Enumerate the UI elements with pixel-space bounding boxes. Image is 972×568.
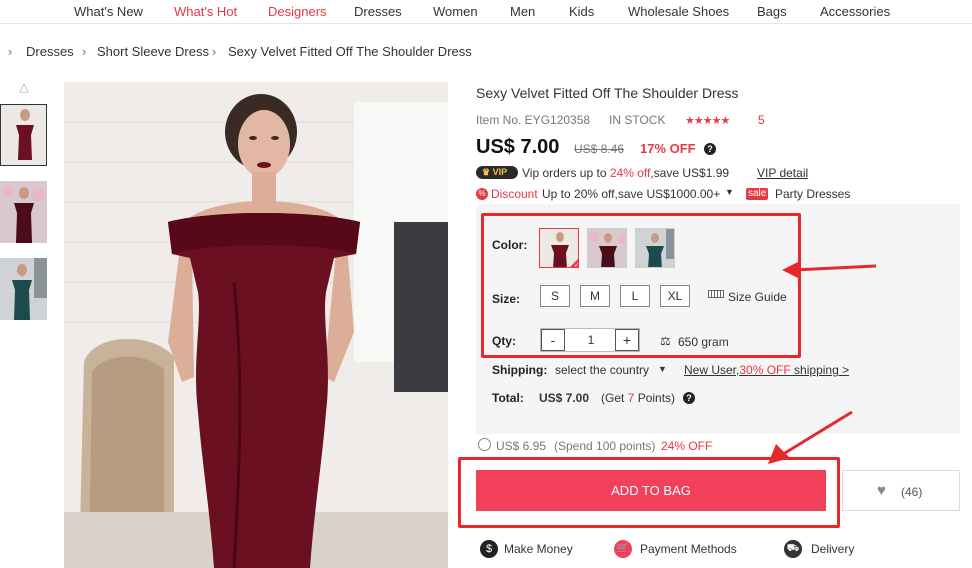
percent-icon: % [476, 188, 488, 200]
vip-text: Vip orders up to 24% off,save US$1.99 [522, 166, 730, 180]
rating-stars-icon[interactable]: ★★★★★ [685, 114, 730, 127]
help-icon[interactable]: ? [704, 143, 716, 155]
chevron-right-icon: › [8, 44, 13, 59]
nav-designers[interactable]: Designers [268, 4, 327, 19]
item-number: Item No. EYG120358 [476, 113, 591, 127]
discount-percent: 17% OFF [640, 141, 696, 156]
caret-down-icon[interactable]: ▼ [725, 187, 734, 197]
arrow-annotation-icon [768, 410, 853, 464]
stock-status: IN STOCK [609, 113, 666, 127]
discount-label[interactable]: Discount [491, 187, 538, 201]
arrow-annotation-icon [782, 261, 877, 278]
vip-detail-link[interactable]: VIP detail [757, 166, 808, 180]
breadcrumb-current: Sexy Velvet Fitted Off The Shoulder Dres… [228, 44, 472, 59]
product-main-image [64, 82, 448, 568]
nav-whats-new[interactable]: What's New [74, 4, 143, 19]
points-radio[interactable] [478, 438, 491, 451]
thumbnail-1[interactable] [0, 104, 47, 166]
price: US$ 7.00 [476, 136, 560, 158]
thumbnail-3[interactable] [0, 258, 47, 320]
nav-wholesale-shoes[interactable]: Wholesale Shoes [628, 4, 729, 19]
original-price: US$ 8.46 [574, 142, 625, 156]
breadcrumb-short-sleeve-dress[interactable]: Short Sleeve Dress [97, 44, 209, 59]
points-spend: (Spend 100 points) [554, 439, 656, 453]
thumbnail-2[interactable] [0, 181, 47, 243]
nav-women[interactable]: Women [433, 4, 478, 19]
top-nav: What's New What's Hot Designers Dresses … [0, 0, 972, 24]
heart-icon: ♥ [877, 482, 886, 499]
caret-down-icon[interactable]: ▼ [658, 364, 667, 374]
wishlist-count: (46) [901, 485, 923, 499]
vip-crown-icon: ♛ VIP [476, 166, 518, 179]
sale-tag: sale [746, 188, 769, 200]
help-icon[interactable]: ? [683, 392, 695, 404]
points-info: (Get 7 Points) [601, 391, 676, 405]
nav-men[interactable]: Men [510, 4, 535, 19]
total-label: Total: [492, 391, 524, 405]
wishlist-button[interactable]: ♥ (46) [842, 470, 960, 511]
highlight-box-options [481, 213, 801, 358]
chevron-right-icon: › [82, 44, 87, 59]
discount-text[interactable]: Up to 20% off,save US$1000.00+ [542, 187, 720, 201]
nav-whats-hot[interactable]: What's Hot [174, 4, 237, 19]
points-price: US$ 6.95 [496, 439, 547, 453]
truck-icon: ⛟ [784, 540, 802, 558]
dollar-icon: $ [480, 540, 498, 558]
discount-category[interactable]: Party Dresses [775, 187, 850, 201]
points-off: 24% OFF [661, 439, 713, 453]
nav-bags[interactable]: Bags [757, 4, 787, 19]
review-count[interactable]: 5 [758, 113, 765, 127]
thumbnail-up-arrow-icon[interactable]: △ [14, 80, 34, 94]
product-title: Sexy Velvet Fitted Off The Shoulder Dres… [476, 85, 739, 101]
nav-dresses[interactable]: Dresses [354, 4, 402, 19]
total-price: US$ 7.00 [539, 391, 590, 405]
nav-accessories[interactable]: Accessories [820, 4, 890, 19]
nav-kids[interactable]: Kids [569, 4, 594, 19]
cart-icon: 🛒 [614, 540, 632, 558]
chevron-right-icon: › [212, 44, 217, 59]
breadcrumb-dresses[interactable]: Dresses [26, 44, 74, 59]
shipping-label: Shipping: [492, 363, 548, 377]
shipping-country-select[interactable]: select the country [555, 363, 649, 377]
new-user-shipping-link[interactable]: New User,30% OFF shipping > [684, 363, 849, 377]
